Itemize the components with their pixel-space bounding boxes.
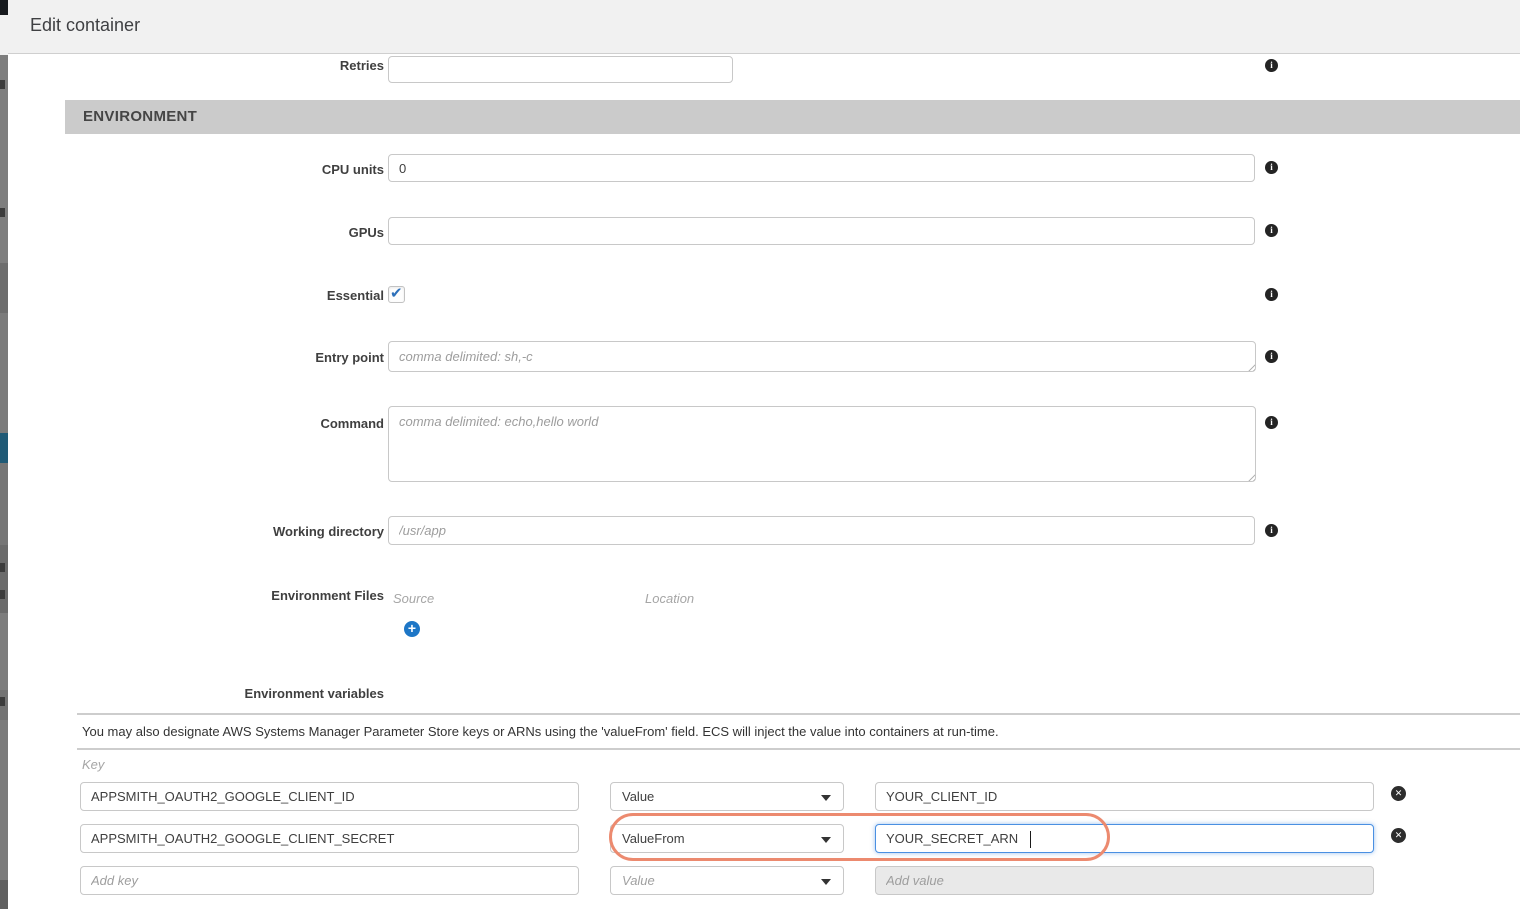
command-info-icon[interactable]: i <box>1265 416 1278 429</box>
cpu-units-info-icon[interactable]: i <box>1265 161 1278 174</box>
chevron-down-icon <box>821 879 831 885</box>
checkmark-icon: ✔ <box>390 284 403 302</box>
chevron-down-icon <box>821 795 831 801</box>
env-var-value-input[interactable] <box>875 782 1374 811</box>
text-cursor <box>1030 831 1031 848</box>
command-label: Command <box>174 416 384 431</box>
background-highlight-row <box>0 433 8 463</box>
selected-option-label: Value <box>622 873 655 888</box>
environment-section-header: ENVIRONMENT <box>65 100 1520 134</box>
divider <box>77 748 1520 750</box>
essential-label: Essential <box>174 288 384 303</box>
environment-section-title: ENVIRONMENT <box>83 108 197 125</box>
env-var-key-input[interactable] <box>80 866 579 895</box>
cpu-units-input[interactable] <box>388 154 1255 182</box>
retries-info-icon[interactable]: i <box>1265 59 1278 72</box>
command-textarea[interactable] <box>388 406 1256 482</box>
gpus-info-icon[interactable]: i <box>1265 224 1278 237</box>
edit-container-panel: Edit container Retries i ENVIRONMENT CPU… <box>8 0 1520 909</box>
entry-point-label: Entry point <box>174 350 384 365</box>
working-directory-label: Working directory <box>174 524 384 539</box>
env-var-type-select[interactable]: Value <box>610 782 844 811</box>
panel-header: Edit container <box>8 0 1520 54</box>
valuefrom-note: You may also designate AWS Systems Manag… <box>82 724 999 739</box>
working-directory-info-icon[interactable]: i <box>1265 524 1278 537</box>
environment-files-label: Environment Files <box>174 588 384 603</box>
key-column-header: Key <box>82 757 104 772</box>
env-var-value-input[interactable] <box>875 866 1374 895</box>
delete-row-icon[interactable]: ✕ <box>1391 786 1406 801</box>
add-environment-file-button[interactable]: + <box>404 621 420 637</box>
gpus-label: GPUs <box>174 225 384 240</box>
env-var-type-select[interactable]: Value <box>610 866 844 895</box>
retries-input[interactable] <box>388 56 733 83</box>
entry-point-textarea[interactable] <box>388 341 1256 372</box>
env-var-type-select[interactable]: ValueFrom <box>610 824 844 853</box>
working-directory-input[interactable] <box>388 516 1255 545</box>
source-column-header: Source <box>393 591 434 606</box>
background-page-edge <box>0 0 8 909</box>
delete-row-icon[interactable]: ✕ <box>1391 828 1406 843</box>
selected-option-label: Value <box>622 789 654 804</box>
cpu-units-label: CPU units <box>174 162 384 177</box>
selected-option-label: ValueFrom <box>622 831 685 846</box>
environment-variables-label: Environment variables <box>174 686 384 701</box>
retries-label: Retries <box>174 58 384 73</box>
divider <box>77 713 1520 715</box>
essential-checkbox[interactable]: ✔ <box>388 286 405 303</box>
panel-title: Edit container <box>30 15 140 36</box>
location-column-header: Location <box>645 591 694 606</box>
env-var-key-input[interactable] <box>80 824 579 853</box>
entry-point-info-icon[interactable]: i <box>1265 350 1278 363</box>
env-var-value-input[interactable] <box>875 824 1374 853</box>
essential-info-icon[interactable]: i <box>1265 288 1278 301</box>
env-var-key-input[interactable] <box>80 782 579 811</box>
gpus-input[interactable] <box>388 217 1255 245</box>
chevron-down-icon <box>821 837 831 843</box>
